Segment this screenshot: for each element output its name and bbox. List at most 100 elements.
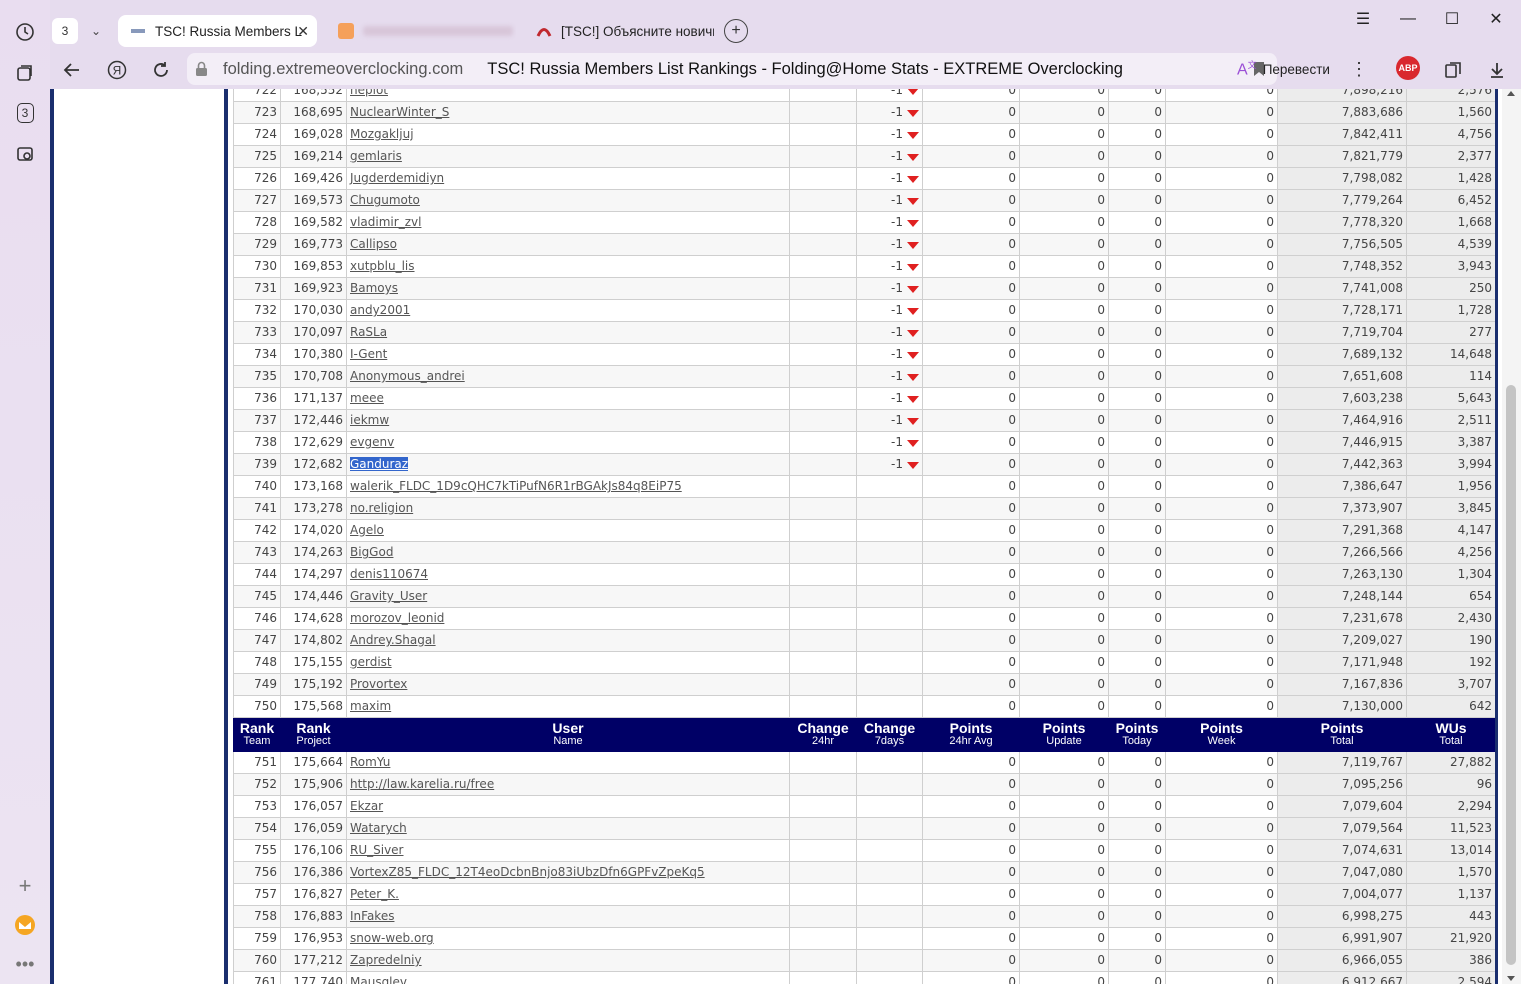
maximize-icon[interactable]: ☐ (1439, 8, 1465, 30)
screenshot-icon[interactable] (13, 142, 37, 166)
scroll-up-icon[interactable] (1507, 91, 1515, 96)
user-link[interactable]: vladimir_zvl (350, 215, 421, 229)
user-link[interactable]: denis110674 (350, 567, 428, 581)
user-link[interactable]: snow-web.org (350, 931, 434, 945)
tab-tsc-russia[interactable]: TSC! Russia Members L ✕ (118, 15, 317, 47)
sidebar-badge: 3 (16, 103, 34, 123)
cell-c7 (856, 795, 923, 818)
history-icon[interactable] (13, 20, 37, 44)
user-link[interactable]: gemlaris (350, 149, 402, 163)
address-bar[interactable]: folding.extremeoverclocking.com TSC! Rus… (187, 53, 1277, 85)
user-link[interactable]: meee (350, 391, 384, 405)
cell-today: 0 (1108, 189, 1166, 212)
menu-icon[interactable]: ☰ (1350, 8, 1376, 30)
user-link[interactable]: RU_Siver (350, 843, 404, 857)
user-link[interactable]: http://law.karelia.ru/free (350, 777, 494, 791)
cell-today: 0 (1108, 673, 1166, 696)
cell-total: 7,689,132 (1277, 343, 1407, 366)
kebab-menu-icon[interactable]: ⋮ (1344, 55, 1374, 85)
user-link[interactable]: neplot (350, 89, 388, 97)
vertical-scrollbar[interactable] (1502, 89, 1521, 984)
user-link[interactable]: BigGod (350, 545, 393, 559)
tab-count-button[interactable]: 3 (52, 18, 78, 44)
user-link[interactable]: xutpblu_lis (350, 259, 415, 273)
user-link[interactable]: InFakes (350, 909, 394, 923)
user-link[interactable]: Watarych (350, 821, 407, 835)
translate-button[interactable]: A文 Перевести (1237, 54, 1330, 84)
add-panel-icon[interactable]: + (13, 873, 37, 898)
user-link[interactable]: Ganduraz (350, 457, 409, 471)
cell-avg: 0 (922, 167, 1020, 190)
user-link[interactable]: Andrey.Shagal (350, 633, 436, 647)
tab-blurred[interactable] (326, 15, 516, 47)
user-link[interactable]: walerik_FLDC_1D9cQHC7kTiPufN6R1rBGAkJs84… (350, 479, 682, 493)
rank-down-arrow-icon (907, 352, 919, 359)
table-row: 751 175,664 RomYu 0 0 0 0 7,119,767 27,882 (233, 751, 1496, 774)
collections-icon[interactable] (13, 61, 37, 85)
user-link[interactable]: VortexZ85_FLDC_12T4eoDcbnBnjo83iUbzDfn6G… (350, 865, 705, 879)
column-header: User Name (346, 717, 790, 752)
user-link[interactable]: Mausglev (350, 975, 407, 984)
scrollbar-thumb[interactable] (1506, 385, 1516, 965)
cell-user: Zapredelniy (346, 949, 790, 972)
rank-down-arrow-icon (907, 330, 919, 337)
cell-c7: -1 (856, 211, 923, 234)
user-link[interactable]: Callipso (350, 237, 397, 251)
cell-proj: 176,953 (280, 927, 347, 950)
user-link[interactable]: no.religion (350, 501, 413, 515)
tab-close-icon[interactable]: ✕ (297, 23, 309, 40)
user-link[interactable]: RaSLa (350, 325, 387, 339)
user-link[interactable]: Chugumoto (350, 193, 420, 207)
new-tab-button[interactable]: + (724, 19, 748, 43)
user-link[interactable]: Agelo (350, 523, 384, 537)
user-link[interactable]: Anonymous_andrei (350, 369, 465, 383)
cell-total: 7,778,320 (1277, 211, 1407, 234)
user-link[interactable]: Provortex (350, 677, 407, 691)
minimize-icon[interactable]: — (1395, 8, 1421, 30)
cell-user: RU_Siver (346, 839, 790, 862)
user-link[interactable]: Ekzar (350, 799, 383, 813)
mail-icon[interactable] (13, 913, 37, 937)
reload-icon[interactable] (146, 55, 176, 85)
user-link[interactable]: maxim (350, 699, 391, 713)
cell-week: 0 (1165, 629, 1278, 652)
user-link[interactable]: Gravity_User (350, 589, 427, 603)
user-link[interactable]: Bamoys (350, 281, 398, 295)
cell-total: 7,756,505 (1277, 233, 1407, 256)
cell-upd: 0 (1019, 971, 1109, 984)
extensions-icon[interactable] (1438, 55, 1468, 85)
user-link[interactable]: I-Gent (350, 347, 387, 361)
tab-count-icon[interactable]: 3 (13, 101, 37, 125)
user-link[interactable]: Peter_K. (350, 887, 399, 901)
user-link[interactable]: RomYu (350, 755, 390, 769)
cell-rank: 751 (233, 751, 281, 774)
adblock-icon[interactable]: ABP (1396, 56, 1420, 80)
tab-tsc-forum[interactable]: [TSC!] Объясните новичк (524, 15, 714, 47)
cell-total: 7,248,144 (1277, 585, 1407, 608)
table-body-top: 722 168,552 neplot -1 0 0 0 0 7,898,216 2,576 723 1… (233, 89, 1496, 718)
user-link[interactable]: iekmw (350, 413, 389, 427)
yandex-icon[interactable]: Я (102, 55, 132, 85)
user-link[interactable]: andy2001 (350, 303, 410, 317)
user-link[interactable]: Zapredelniy (350, 953, 422, 967)
user-link[interactable]: gerdist (350, 655, 392, 669)
cell-proj: 175,568 (280, 695, 347, 718)
scroll-down-icon[interactable] (1507, 976, 1515, 981)
back-icon[interactable] (57, 55, 87, 85)
user-link[interactable]: Jugderdemidiyn (350, 171, 444, 185)
user-link[interactable]: evgenv (350, 435, 394, 449)
change-7days-value: -1 (891, 435, 903, 449)
change-7days-value: -1 (891, 105, 903, 119)
cell-avg: 0 (922, 607, 1020, 630)
cell-today: 0 (1108, 541, 1166, 564)
user-link[interactable]: NuclearWinter_S (350, 105, 449, 119)
cell-total: 7,004,077 (1277, 883, 1407, 906)
user-link[interactable]: Mozgaklјuj (350, 127, 414, 141)
lock-icon[interactable] (195, 61, 208, 77)
more-icon[interactable]: ••• (13, 952, 37, 976)
close-window-icon[interactable]: ✕ (1483, 8, 1509, 30)
download-icon[interactable] (1482, 55, 1512, 85)
user-link[interactable]: morozov_leonid (350, 611, 444, 625)
tab-list-chevron-icon[interactable]: ⌄ (84, 18, 108, 44)
change-7days-value: -1 (891, 171, 903, 185)
